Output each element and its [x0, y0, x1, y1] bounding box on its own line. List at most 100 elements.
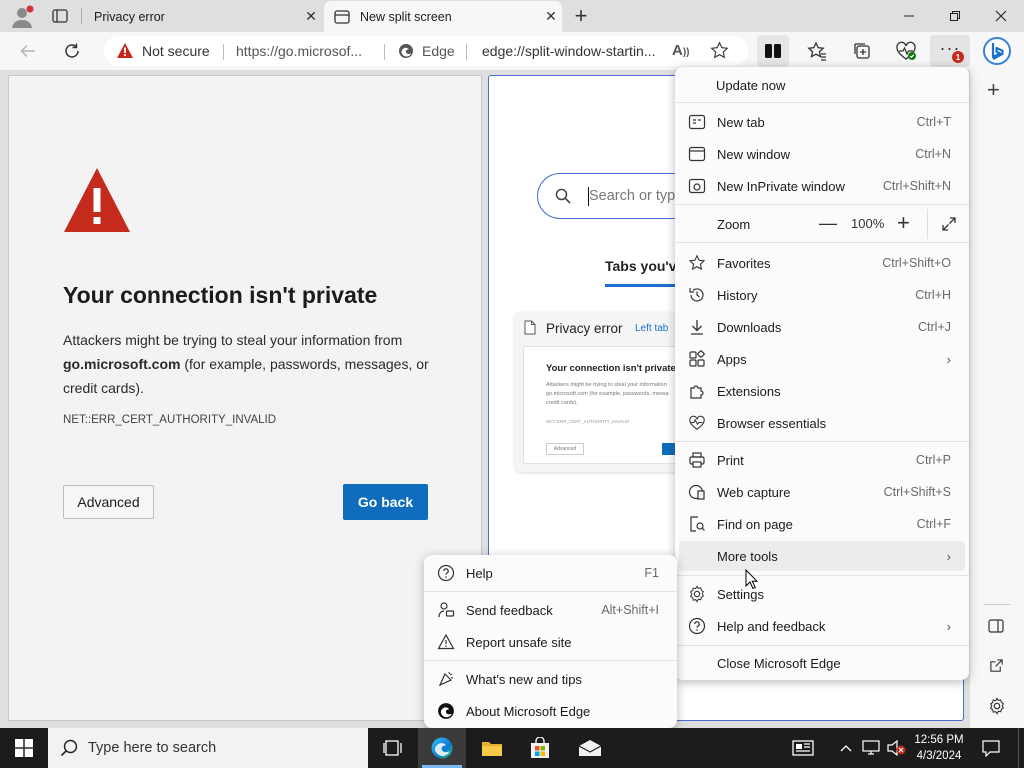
left-split-pane[interactable]: Your connection isn't private Attackers … — [8, 75, 482, 721]
open-external-icon[interactable] — [989, 658, 1004, 673]
menu-item-label: New InPrivate window — [717, 178, 845, 194]
search-icon — [60, 739, 78, 757]
tab-privacy-error[interactable]: Privacy error ✕ — [82, 1, 322, 32]
file-explorer-icon[interactable] — [468, 728, 516, 768]
menu-item-more-tools[interactable]: More tools › — [679, 541, 965, 571]
menu-item-web-capture[interactable]: Web capture Ctrl+Shift+S — [679, 477, 965, 507]
volume-muted-icon[interactable] — [884, 728, 908, 768]
go-back-button[interactable]: Go back — [343, 484, 428, 520]
minimize-button[interactable] — [886, 0, 932, 32]
read-aloud-icon[interactable]: A)) — [672, 42, 690, 59]
zoom-label: Zoom — [717, 216, 751, 232]
menu-item-label: Help — [466, 565, 493, 581]
menu-item-new-tab[interactable]: New tab Ctrl+T — [679, 107, 965, 137]
not-secure-warning-icon[interactable] — [116, 42, 134, 59]
start-button[interactable] — [0, 728, 48, 768]
close-window-button[interactable] — [978, 0, 1024, 32]
clock-time: 12:56 PM — [914, 734, 964, 746]
menu-item-apps[interactable]: Apps › — [679, 344, 965, 374]
menu-item-browser-essentials[interactable]: Browser essentials — [679, 408, 965, 438]
menu-item-update-now[interactable]: Update now — [679, 70, 965, 100]
edge-sidebar: + — [970, 70, 1024, 728]
notifications-icon[interactable] — [976, 728, 1006, 768]
taskbar-search-box[interactable]: Type here to search — [48, 728, 368, 768]
browser-essentials-icon[interactable] — [890, 35, 922, 67]
menu-item-favorites[interactable]: Favorites Ctrl+Shift+O — [679, 248, 965, 278]
apps-icon — [687, 349, 707, 369]
submenu-item-about-edge[interactable]: About Microsoft Edge — [428, 696, 673, 726]
copilot-icon[interactable] — [982, 36, 1012, 66]
tab-new-split-screen[interactable]: New split screen ✕ — [324, 1, 562, 32]
favorite-star-icon[interactable] — [710, 41, 729, 60]
taskbar-search-input[interactable]: Type here to search — [88, 740, 216, 756]
collections-icon[interactable] — [846, 35, 878, 67]
system-clock[interactable]: 12:56 PM 4/3/2024 — [910, 732, 968, 764]
microsoft-store-icon[interactable] — [516, 728, 564, 768]
zoom-in-button[interactable]: + — [897, 211, 910, 235]
warning-triangle-icon — [63, 166, 131, 234]
menu-item-history[interactable]: History Ctrl+H — [679, 280, 965, 310]
zoom-divider — [927, 209, 928, 239]
settings-and-more-button[interactable]: ··· 1 — [930, 35, 970, 67]
menu-item-label: History — [717, 287, 758, 303]
help-icon — [436, 563, 456, 583]
show-hidden-icons-chevron-icon[interactable] — [836, 728, 856, 768]
tab-actions-icon[interactable] — [52, 8, 68, 24]
menu-item-print[interactable]: Print Ctrl+P — [679, 445, 965, 475]
menu-item-settings[interactable]: Settings — [679, 579, 965, 609]
menu-item-close-edge[interactable]: Close Microsoft Edge — [679, 648, 965, 678]
news-widget-icon[interactable] — [786, 728, 820, 768]
mail-icon[interactable] — [566, 728, 614, 768]
menu-divider — [675, 575, 969, 576]
restore-button[interactable] — [932, 0, 978, 32]
fullscreen-icon[interactable] — [941, 216, 957, 232]
menu-item-help-and-feedback[interactable]: Help and feedback › — [679, 611, 965, 641]
taskbar-edge-icon[interactable] — [418, 728, 466, 768]
right-pane-url[interactable]: edge://split-window-startin... — [482, 36, 656, 66]
close-tab-icon[interactable]: ✕ — [540, 6, 562, 28]
web-capture-icon — [687, 482, 707, 502]
submenu-item-report-unsafe-site[interactable]: Report unsafe site — [428, 627, 673, 657]
add-sidebar-app-icon[interactable]: + — [987, 79, 1000, 101]
gear-icon — [687, 584, 707, 604]
zoom-out-button[interactable]: — — [819, 214, 837, 232]
menu-item-label: Send feedback — [466, 602, 553, 618]
network-icon[interactable] — [860, 728, 882, 768]
split-screen-button[interactable] — [757, 35, 789, 67]
menu-item-new-window[interactable]: New window Ctrl+N — [679, 139, 965, 169]
back-button[interactable] — [12, 35, 44, 67]
submenu-item-whats-new[interactable]: What's new and tips — [428, 664, 673, 694]
refresh-button[interactable] — [56, 35, 88, 67]
favorites-bar-icon[interactable] — [801, 35, 833, 67]
search-input[interactable]: Search or type — [589, 188, 683, 204]
hide-sidebar-icon[interactable] — [988, 618, 1004, 634]
settings-and-more-menu: Update now New tab Ctrl+T New window Ctr… — [675, 67, 969, 680]
left-pane-url[interactable]: https://go.microsof... — [236, 36, 362, 66]
find-icon — [687, 514, 707, 534]
menu-item-downloads[interactable]: Downloads Ctrl+J — [679, 312, 965, 342]
close-tab-icon[interactable]: ✕ — [300, 6, 322, 28]
address-bar[interactable]: Not secure https://go.microsof... Edge e… — [104, 36, 748, 66]
menu-item-label: More tools — [717, 548, 778, 564]
profile-avatar-icon[interactable] — [10, 5, 34, 29]
menu-item-new-inprivate-window[interactable]: New InPrivate window Ctrl+Shift+N — [679, 171, 965, 201]
menu-item-label: Browser essentials — [717, 415, 827, 431]
submenu-item-help[interactable]: Help F1 — [428, 558, 673, 588]
menu-item-label: What's new and tips — [466, 671, 582, 687]
task-view-icon[interactable] — [370, 728, 416, 768]
menu-item-label: New window — [717, 146, 790, 162]
security-label[interactable]: Not secure — [142, 36, 210, 66]
menu-item-extensions[interactable]: Extensions — [679, 376, 965, 406]
show-desktop-button[interactable] — [1018, 728, 1019, 768]
menu-item-find-on-page[interactable]: Find on page Ctrl+F — [679, 509, 965, 539]
menu-item-shortcut: Ctrl+Shift+S — [883, 485, 951, 499]
new-tab-plus-icon[interactable]: + — [570, 3, 592, 28]
menu-divider — [675, 242, 969, 243]
tab-title: Privacy error — [94, 9, 165, 24]
menu-divider — [424, 660, 677, 661]
sidebar-settings-icon[interactable] — [988, 697, 1006, 715]
advanced-button[interactable]: Advanced — [63, 485, 154, 519]
tab-title: New split screen — [360, 9, 452, 24]
submenu-item-send-feedback[interactable]: Send feedback Alt+Shift+I — [428, 595, 673, 625]
error-body-text: Attackers might be trying to steal your … — [63, 332, 403, 348]
